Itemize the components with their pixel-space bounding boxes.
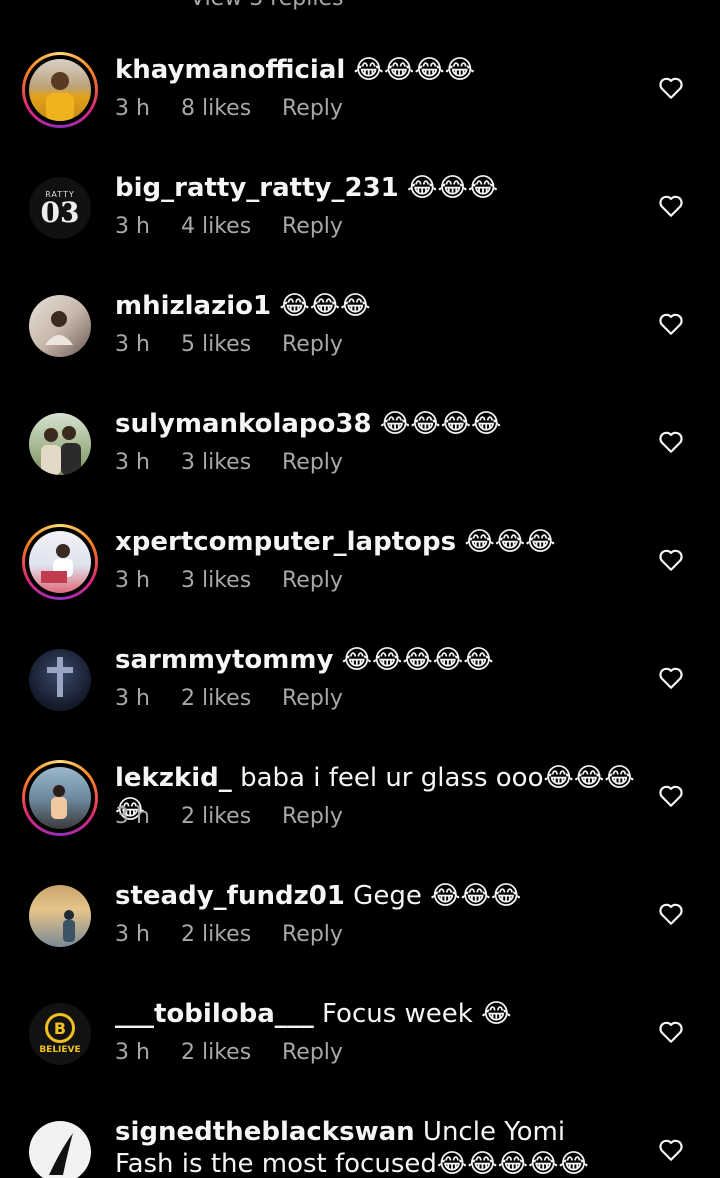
comment-item: lekzkid_ baba i feel ur glass ooo😂😂😂😂 3 … bbox=[0, 760, 720, 878]
comment-body: xpertcomputer_laptops 😂😂😂 bbox=[115, 526, 635, 558]
avatar bbox=[29, 767, 91, 829]
comment-item: B BELIEVE ___tobiloba___ Focus week 😂 3 … bbox=[0, 996, 720, 1114]
reply-button[interactable]: Reply bbox=[282, 686, 343, 711]
comment-likes[interactable]: 2 likes bbox=[181, 686, 251, 711]
comment-text: 😂😂😂 bbox=[407, 173, 499, 203]
comment-username[interactable]: khaymanofficial bbox=[115, 55, 345, 85]
comment-text: 😂😂😂😂😂 bbox=[341, 645, 494, 675]
comment-item: xpertcomputer_laptops 😂😂😂 3 h 3 likes Re… bbox=[0, 524, 720, 642]
heart-outline-icon[interactable] bbox=[658, 312, 684, 336]
avatar-wrap[interactable]: B BELIEVE bbox=[22, 996, 98, 1072]
comment-time: 3 h bbox=[115, 1040, 150, 1065]
comment-item: signedtheblackswan Uncle Yomi Fash is th… bbox=[0, 1114, 720, 1178]
comment-body: ___tobiloba___ Focus week 😂 bbox=[115, 998, 635, 1030]
comment-body: sulymankolapo38 😂😂😂😂 bbox=[115, 408, 635, 440]
comment-likes[interactable]: 3 likes bbox=[181, 568, 251, 593]
avatar-wrap[interactable] bbox=[22, 642, 98, 718]
comment-likes[interactable]: 2 likes bbox=[181, 804, 251, 829]
comment-text: Focus week 😂 bbox=[322, 999, 512, 1029]
view-replies-link[interactable]: View 3 replies bbox=[190, 0, 343, 11]
comment-time: 3 h bbox=[115, 568, 150, 593]
bruins-logo-icon: B bbox=[45, 1013, 75, 1043]
heart-outline-icon[interactable] bbox=[658, 76, 684, 100]
comment-text: 😂😂😂 bbox=[279, 291, 371, 321]
avatar: B BELIEVE bbox=[29, 1003, 91, 1065]
avatar-story-ring[interactable] bbox=[22, 524, 98, 600]
avatar-wrap[interactable]: RATTY 03 bbox=[22, 170, 98, 246]
comment-item: khaymanofficial 😂😂😂😂 3 h 8 likes Reply bbox=[0, 52, 720, 170]
comment-text: Gege 😂😂😂 bbox=[353, 881, 522, 911]
comment-item: steady_fundz01 Gege 😂😂😂 3 h 2 likes Repl… bbox=[0, 878, 720, 996]
comment-item: RATTY 03 big_ratty_ratty_231 😂😂😂 3 h 4 l… bbox=[0, 170, 720, 288]
heart-outline-icon[interactable] bbox=[658, 902, 684, 926]
reply-button[interactable]: Reply bbox=[282, 450, 343, 475]
comment-username[interactable]: steady_fundz01 bbox=[115, 881, 345, 911]
comment-time: 3 h bbox=[115, 804, 150, 829]
comment-text: 😂😂😂 bbox=[464, 527, 556, 557]
comment-time: 3 h bbox=[115, 922, 150, 947]
reply-button[interactable]: Reply bbox=[282, 922, 343, 947]
comment-body: khaymanofficial 😂😂😂😂 bbox=[115, 54, 635, 86]
comment-time: 3 h bbox=[115, 332, 150, 357]
avatar bbox=[29, 1121, 91, 1178]
comment-body: sarmmytommy 😂😂😂😂😂 bbox=[115, 644, 635, 676]
comment-likes[interactable]: 4 likes bbox=[181, 214, 251, 239]
avatar-wrap[interactable] bbox=[22, 878, 98, 954]
comment-username[interactable]: mhizlazio1 bbox=[115, 291, 271, 321]
comment-likes[interactable]: 3 likes bbox=[181, 450, 251, 475]
reply-button[interactable]: Reply bbox=[282, 214, 343, 239]
avatar-wrap[interactable] bbox=[22, 406, 98, 482]
comment-body: big_ratty_ratty_231 😂😂😂 bbox=[115, 172, 635, 204]
heart-outline-icon[interactable] bbox=[658, 666, 684, 690]
comment-username[interactable]: ___tobiloba___ bbox=[115, 999, 314, 1029]
avatar-wrap[interactable] bbox=[22, 288, 98, 364]
avatar: RATTY 03 bbox=[29, 177, 91, 239]
avatar bbox=[29, 649, 91, 711]
reply-button[interactable]: Reply bbox=[282, 1040, 343, 1065]
comment-likes[interactable]: 5 likes bbox=[181, 332, 251, 357]
avatar bbox=[29, 531, 91, 593]
heart-outline-icon[interactable] bbox=[658, 430, 684, 454]
comment-text: 😂😂😂😂 bbox=[353, 55, 476, 85]
heart-outline-icon[interactable] bbox=[658, 784, 684, 808]
reply-button[interactable]: Reply bbox=[282, 568, 343, 593]
comment-item: sarmmytommy 😂😂😂😂😂 3 h 2 likes Reply bbox=[0, 642, 720, 760]
comment-likes[interactable]: 2 likes bbox=[181, 1040, 251, 1065]
comment-body: steady_fundz01 Gege 😂😂😂 bbox=[115, 880, 635, 912]
avatar bbox=[29, 295, 91, 357]
reply-button[interactable]: Reply bbox=[282, 804, 343, 829]
reply-button[interactable]: Reply bbox=[282, 332, 343, 357]
comment-username[interactable]: sarmmytommy bbox=[115, 645, 333, 675]
comment-username[interactable]: sulymankolapo38 bbox=[115, 409, 372, 439]
avatar bbox=[29, 413, 91, 475]
comment-username[interactable]: big_ratty_ratty_231 bbox=[115, 173, 399, 203]
avatar-story-ring[interactable] bbox=[22, 52, 98, 128]
reply-button[interactable]: Reply bbox=[282, 96, 343, 121]
comment-time: 3 h bbox=[115, 96, 150, 121]
heart-outline-icon[interactable] bbox=[658, 1138, 684, 1162]
avatar bbox=[29, 885, 91, 947]
avatar bbox=[29, 59, 91, 121]
avatar-story-ring[interactable] bbox=[22, 760, 98, 836]
comment-time: 3 h bbox=[115, 214, 150, 239]
heart-outline-icon[interactable] bbox=[658, 194, 684, 218]
heart-outline-icon[interactable] bbox=[658, 548, 684, 572]
comment-likes[interactable]: 2 likes bbox=[181, 922, 251, 947]
avatar-wrap[interactable] bbox=[22, 1114, 98, 1178]
comment-body: mhizlazio1 😂😂😂 bbox=[115, 290, 635, 322]
comment-likes[interactable]: 8 likes bbox=[181, 96, 251, 121]
comment-username[interactable]: lekzkid_ bbox=[115, 763, 232, 793]
comment-item: mhizlazio1 😂😂😂 3 h 5 likes Reply bbox=[0, 288, 720, 406]
comment-time: 3 h bbox=[115, 450, 150, 475]
comment-username[interactable]: xpertcomputer_laptops bbox=[115, 527, 456, 557]
comment-text: 😂😂😂😂 bbox=[379, 409, 502, 439]
comment-username[interactable]: signedtheblackswan bbox=[115, 1117, 415, 1147]
comment-item: sulymankolapo38 😂😂😂😂 3 h 3 likes Reply bbox=[0, 406, 720, 524]
comment-time: 3 h bbox=[115, 686, 150, 711]
comment-body: signedtheblackswan Uncle Yomi Fash is th… bbox=[115, 1116, 615, 1178]
avatar-caption: BELIEVE bbox=[39, 1045, 81, 1055]
avatar-number: 03 bbox=[40, 195, 80, 229]
heart-outline-icon[interactable] bbox=[658, 1020, 684, 1044]
